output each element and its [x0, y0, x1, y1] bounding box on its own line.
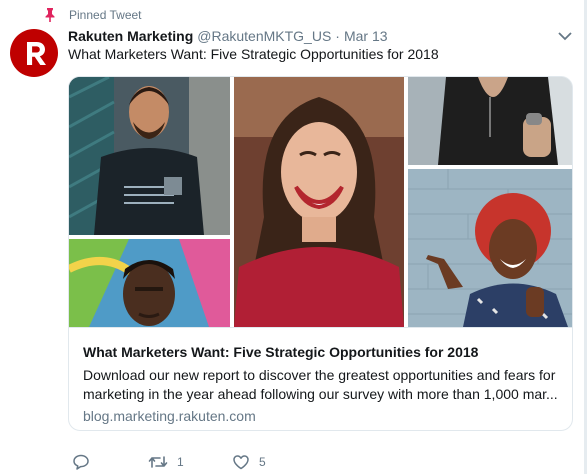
retweet-icon — [148, 456, 168, 468]
like-count: 5 — [259, 455, 266, 469]
heart-icon — [233, 455, 249, 470]
card-image-woman-red-hair — [408, 169, 572, 327]
card-title: What Marketers Want: Five Strategic Oppo… — [83, 344, 479, 360]
link-card[interactable]: What Marketers Want: Five Strategic Oppo… — [68, 76, 573, 431]
pinned-indicator: Pinned Tweet — [44, 6, 142, 24]
card-description-line: marketing in the year ahead following ou… — [83, 386, 558, 402]
tweet-date[interactable]: Mar 13 — [344, 28, 388, 44]
tweet-text: What Marketers Want: Five Strategic Oppo… — [68, 46, 439, 62]
retweet-count: 1 — [177, 455, 184, 469]
pinned-label: Pinned Tweet — [69, 8, 142, 22]
rakuten-logo-icon — [27, 42, 46, 65]
card-description: Download our new report to discover the … — [83, 366, 568, 404]
more-options-button[interactable] — [555, 28, 575, 44]
card-image-man-smiling — [69, 77, 230, 235]
chevron-down-icon — [558, 32, 572, 41]
tweet-header: Rakuten Marketing @RakutenMKTG_US · Mar … — [68, 26, 547, 46]
retweet-button[interactable]: 1 — [148, 452, 184, 472]
card-image-man-torso — [408, 77, 572, 165]
card-image-man-graffiti — [69, 239, 230, 327]
avatar[interactable] — [10, 29, 58, 77]
card-image-woman-laughing — [234, 77, 404, 327]
pin-icon — [44, 8, 56, 22]
card-description-line: Download our new report to discover the … — [83, 367, 556, 383]
separator-dot: · — [335, 28, 340, 44]
like-button[interactable]: 5 — [232, 452, 266, 472]
author-name[interactable]: Rakuten Marketing — [68, 28, 193, 44]
card-domain: blog.marketing.rakuten.com — [83, 408, 256, 424]
author-handle[interactable]: @RakutenMKTG_US — [197, 28, 331, 44]
reply-icon — [73, 454, 89, 470]
card-body: What Marketers Want: Five Strategic Oppo… — [69, 327, 572, 430]
reply-button[interactable] — [72, 452, 99, 472]
